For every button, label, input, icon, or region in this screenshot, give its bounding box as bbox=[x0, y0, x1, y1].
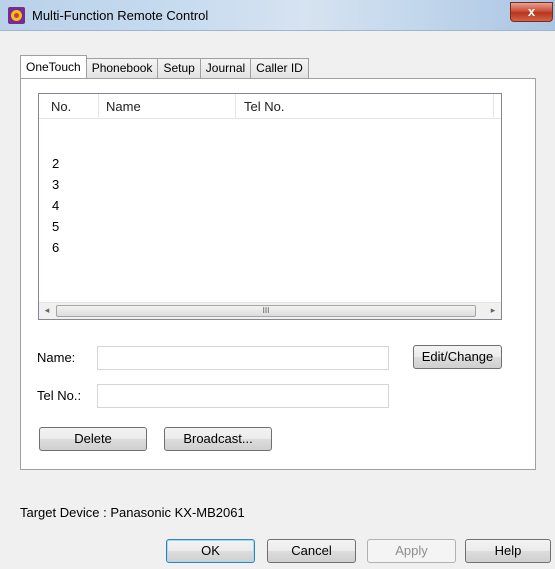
onetouch-panel: No. Name Tel No. 2 3 4 5 6 ◂ III ▸ Name:… bbox=[20, 78, 536, 470]
tab-setup[interactable]: Setup bbox=[157, 58, 201, 78]
list-item[interactable]: 3 bbox=[52, 177, 59, 192]
scrollbar-thumb[interactable]: III bbox=[56, 305, 476, 317]
scroll-right-icon[interactable]: ▸ bbox=[487, 305, 499, 316]
broadcast-button[interactable]: Broadcast... bbox=[164, 427, 272, 451]
window-title: Multi-Function Remote Control bbox=[32, 8, 209, 23]
grip-icon: III bbox=[262, 306, 270, 315]
target-device-label: Target Device : Panasonic KX-MB2061 bbox=[20, 505, 245, 520]
name-label: Name: bbox=[37, 350, 76, 365]
column-divider[interactable] bbox=[493, 94, 494, 118]
tel-label: Tel No.: bbox=[37, 388, 82, 403]
scroll-left-icon[interactable]: ◂ bbox=[41, 305, 53, 316]
list-item[interactable]: 6 bbox=[52, 240, 59, 255]
onetouch-list[interactable]: No. Name Tel No. 2 3 4 5 6 ◂ III ▸ bbox=[38, 93, 502, 320]
name-field[interactable] bbox=[97, 346, 389, 370]
list-item[interactable]: 2 bbox=[52, 156, 59, 171]
close-icon: x bbox=[527, 4, 536, 19]
tab-strip: OneTouch Phonebook Setup Journal Caller … bbox=[20, 55, 309, 78]
apply-button[interactable]: Apply bbox=[367, 539, 456, 563]
tab-phonebook[interactable]: Phonebook bbox=[85, 58, 159, 78]
ok-button[interactable]: OK bbox=[166, 539, 255, 563]
cancel-button[interactable]: Cancel bbox=[267, 539, 356, 563]
app-icon bbox=[8, 7, 25, 24]
column-header-no[interactable]: No. bbox=[51, 99, 71, 114]
title-bar: Multi-Function Remote Control x bbox=[0, 0, 555, 31]
delete-button[interactable]: Delete bbox=[39, 427, 147, 451]
column-header-name[interactable]: Name bbox=[106, 99, 141, 114]
tab-onetouch[interactable]: OneTouch bbox=[20, 55, 87, 78]
close-button[interactable]: x bbox=[510, 2, 553, 22]
column-header-tel[interactable]: Tel No. bbox=[244, 99, 284, 114]
list-header: No. Name Tel No. bbox=[39, 94, 501, 119]
edit-change-button[interactable]: Edit/Change bbox=[413, 345, 502, 369]
list-item[interactable]: 4 bbox=[52, 198, 59, 213]
tab-journal[interactable]: Journal bbox=[199, 58, 252, 78]
horizontal-scrollbar[interactable]: ◂ III ▸ bbox=[39, 302, 501, 319]
list-item[interactable]: 5 bbox=[52, 219, 59, 234]
column-divider[interactable] bbox=[235, 94, 236, 118]
tel-field[interactable] bbox=[97, 384, 389, 408]
column-divider[interactable] bbox=[98, 94, 99, 118]
tab-caller-id[interactable]: Caller ID bbox=[250, 58, 309, 78]
help-button[interactable]: Help bbox=[465, 539, 551, 563]
